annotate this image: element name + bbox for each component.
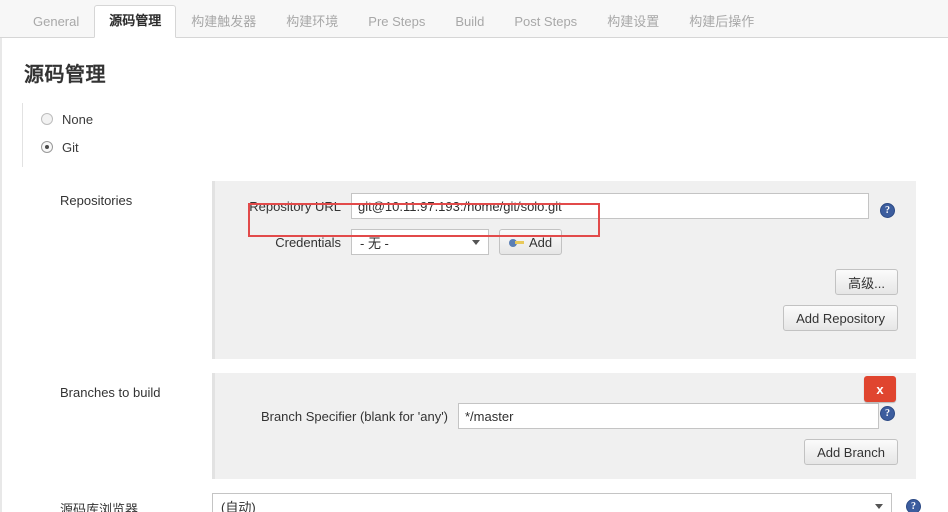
delete-branch-button[interactable]: x (864, 376, 896, 402)
left-rail-divider (0, 38, 2, 512)
branch-specifier-label: Branch Specifier (blank for 'any') (260, 408, 448, 424)
tab-build-settings[interactable]: 构建设置 (592, 6, 674, 38)
credentials-select[interactable]: - 无 - (351, 229, 489, 255)
row-repositories: Repositories Repository URL Credentials … (16, 181, 948, 359)
repositories-panel: Repository URL Credentials - 无 - Add (212, 181, 916, 359)
branch-specifier-help-icon[interactable]: ? (880, 406, 895, 421)
page-title: 源码管理 (24, 64, 106, 86)
radio-git-icon[interactable] (41, 141, 53, 153)
tab-build-triggers[interactable]: 构建触发器 (176, 6, 271, 38)
advanced-button[interactable]: 高级... (835, 269, 898, 295)
tab-general[interactable]: General (18, 6, 94, 38)
repository-url-label: Repository URL (249, 198, 341, 214)
repository-browser-body: (自动) ? (212, 493, 948, 512)
tab-post-build-actions[interactable]: 构建后操作 (674, 6, 769, 38)
radio-none-label: None (62, 111, 94, 127)
credentials-label: Credentials (275, 234, 341, 250)
row-branches: Branches to build x Branch Specifier (bl… (16, 373, 948, 479)
repository-browser-selected-value: (自动) (221, 499, 256, 512)
radio-option-none[interactable]: None (41, 105, 948, 133)
credentials-line: Credentials - 无 - Add (233, 229, 898, 255)
repository-browser-select[interactable]: (自动) (212, 493, 892, 512)
chevron-down-icon (472, 239, 480, 245)
tab-pre-steps[interactable]: Pre Steps (353, 6, 440, 38)
tab-build-environment[interactable]: 构建环境 (271, 6, 353, 38)
repositories-label: Repositories (60, 193, 133, 208)
repository-url-line: Repository URL (233, 193, 898, 219)
key-icon (509, 237, 524, 248)
repository-url-help-icon[interactable]: ? (880, 203, 895, 218)
add-credentials-button[interactable]: Add (499, 229, 563, 255)
branch-specifier-line: Branch Specifier (blank for 'any') (233, 403, 898, 429)
tab-post-steps[interactable]: Post Steps (499, 6, 592, 38)
add-repository-button-line: Add Repository (233, 305, 898, 331)
repository-url-input[interactable] (351, 193, 869, 219)
page-body: 源码管理 None Git Repositories Repository UR… (0, 38, 948, 512)
chevron-down-icon (875, 503, 883, 509)
tab-bar: General 源码管理 构建触发器 构建环境 Pre Steps Build … (0, 0, 948, 38)
row-repository-browser: 源码库浏览器 (自动) ? (16, 493, 948, 512)
scm-radio-group: None Git (22, 103, 948, 167)
radio-git-label: Git (62, 139, 79, 155)
add-branch-button-line: Add Branch (233, 439, 898, 465)
repository-browser-help-icon[interactable]: ? (906, 499, 921, 512)
repositories-body: Repository URL Credentials - 无 - Add (212, 181, 948, 359)
add-credentials-label: Add (529, 234, 553, 250)
branches-label: Branches to build (60, 385, 161, 400)
radio-option-git[interactable]: Git (41, 133, 948, 161)
branch-specifier-input[interactable] (458, 403, 879, 429)
credentials-selected-value: - 无 - (360, 235, 389, 251)
content-frame: 源码管理 None Git Repositories Repository UR… (16, 38, 948, 512)
repository-browser-label: 源码库浏览器 (60, 502, 139, 512)
add-branch-button[interactable]: Add Branch (804, 439, 898, 465)
tab-build[interactable]: Build (440, 6, 499, 38)
tab-source-control[interactable]: 源码管理 (94, 5, 177, 38)
branches-body: x Branch Specifier (blank for 'any') Add… (212, 373, 948, 479)
advanced-button-line: 高级... (233, 269, 898, 295)
add-repository-button[interactable]: Add Repository (783, 305, 898, 331)
radio-none-icon[interactable] (41, 113, 53, 125)
branches-panel: x Branch Specifier (blank for 'any') Add… (212, 373, 916, 479)
